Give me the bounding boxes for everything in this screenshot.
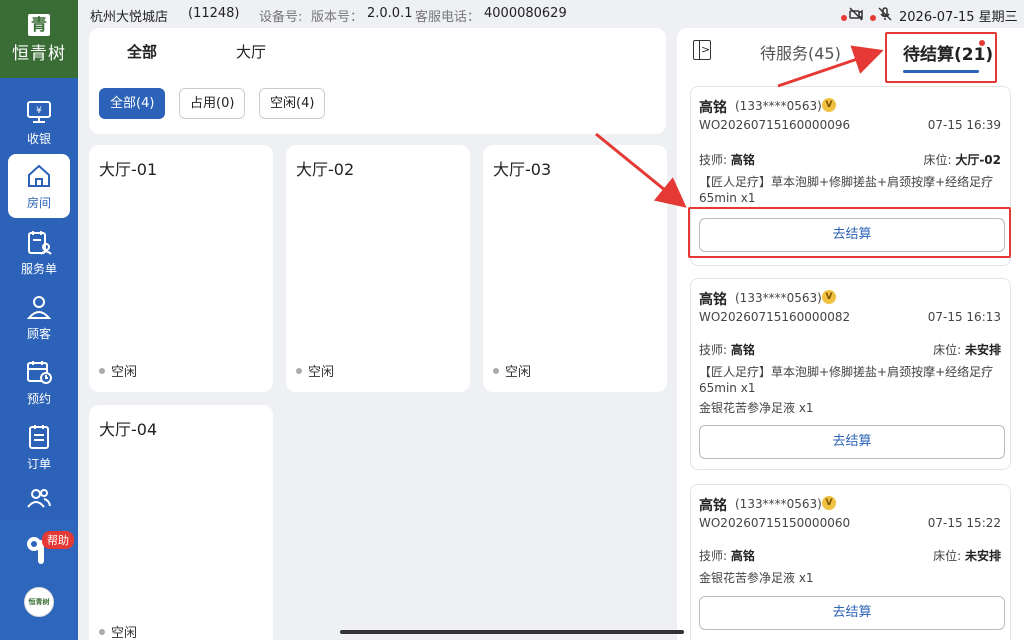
annotation-arrows	[595, 45, 884, 208]
home-indicator	[340, 630, 684, 634]
annotation-arrow	[595, 132, 687, 208]
annotation-arrow	[777, 45, 884, 88]
